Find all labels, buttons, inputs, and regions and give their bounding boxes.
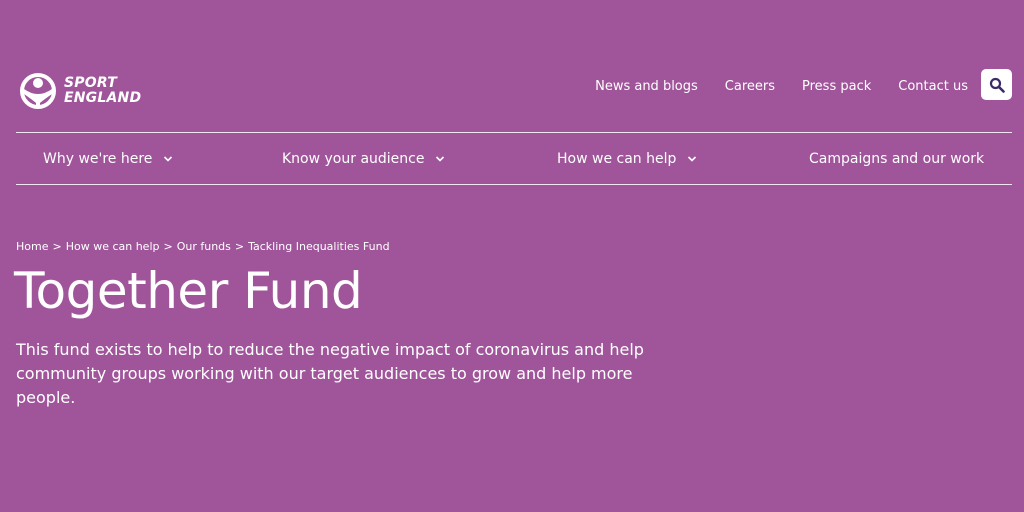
main-nav-item-know-your-audience[interactable]: Know your audience xyxy=(282,148,445,170)
logo-line-2: ENGLAND xyxy=(64,90,142,106)
main-nav-item-how-we-can-help[interactable]: How we can help xyxy=(557,148,697,170)
sport-england-logo-icon xyxy=(20,73,56,109)
main-nav: Why we're here Know your audience How we… xyxy=(16,132,1012,185)
breadcrumb-link-tackling-inequalities-fund[interactable]: Tackling Inequalities Fund xyxy=(248,240,389,253)
breadcrumb: Home > How we can help > Our funds > Tackling … xyxy=(16,240,390,253)
logo-line-1: SPORT xyxy=(64,75,117,91)
sport-england-logo[interactable]: SPORT ENGLAND xyxy=(20,71,141,111)
breadcrumb-separator: > xyxy=(234,240,245,253)
chevron-down-icon xyxy=(436,156,445,162)
breadcrumb-link-how-we-can-help[interactable]: How we can help xyxy=(66,240,160,253)
site-header: SPORT ENGLAND News and blogs Careers Pre… xyxy=(16,64,1012,111)
logo-wordmark: SPORT ENGLAND xyxy=(64,76,141,106)
main-nav-item-campaigns-and-our-work[interactable]: Campaigns and our work xyxy=(809,148,984,170)
main-nav-item-why-were-here[interactable]: Why we're here xyxy=(43,148,173,170)
main-nav-label: Why we're here xyxy=(43,151,153,167)
page-title: Together Fund xyxy=(14,262,363,320)
breadcrumb-link-home[interactable]: Home xyxy=(16,240,48,253)
main-nav-label: Campaigns and our work xyxy=(809,151,985,167)
utility-link-careers[interactable]: Careers xyxy=(725,79,775,94)
breadcrumb-separator: > xyxy=(163,240,173,253)
utility-nav: News and blogs Careers Press pack Contac… xyxy=(568,74,968,98)
main-nav-label: Know your audience xyxy=(282,151,425,167)
breadcrumb-separator: > xyxy=(52,240,62,253)
utility-link-press-pack[interactable]: Press pack xyxy=(802,79,871,94)
breadcrumb-link-our-funds[interactable]: Our funds xyxy=(177,240,231,253)
utility-link-contact-us[interactable]: Contact us xyxy=(898,79,968,94)
chevron-down-icon xyxy=(688,156,697,162)
chevron-down-icon xyxy=(164,156,173,162)
page-intro: This fund exists to help to reduce the n… xyxy=(16,340,644,407)
main-nav-label: How we can help xyxy=(557,151,677,167)
search-icon xyxy=(989,77,1005,93)
search-button[interactable] xyxy=(981,69,1012,100)
utility-link-news-and-blogs[interactable]: News and blogs xyxy=(595,79,698,94)
